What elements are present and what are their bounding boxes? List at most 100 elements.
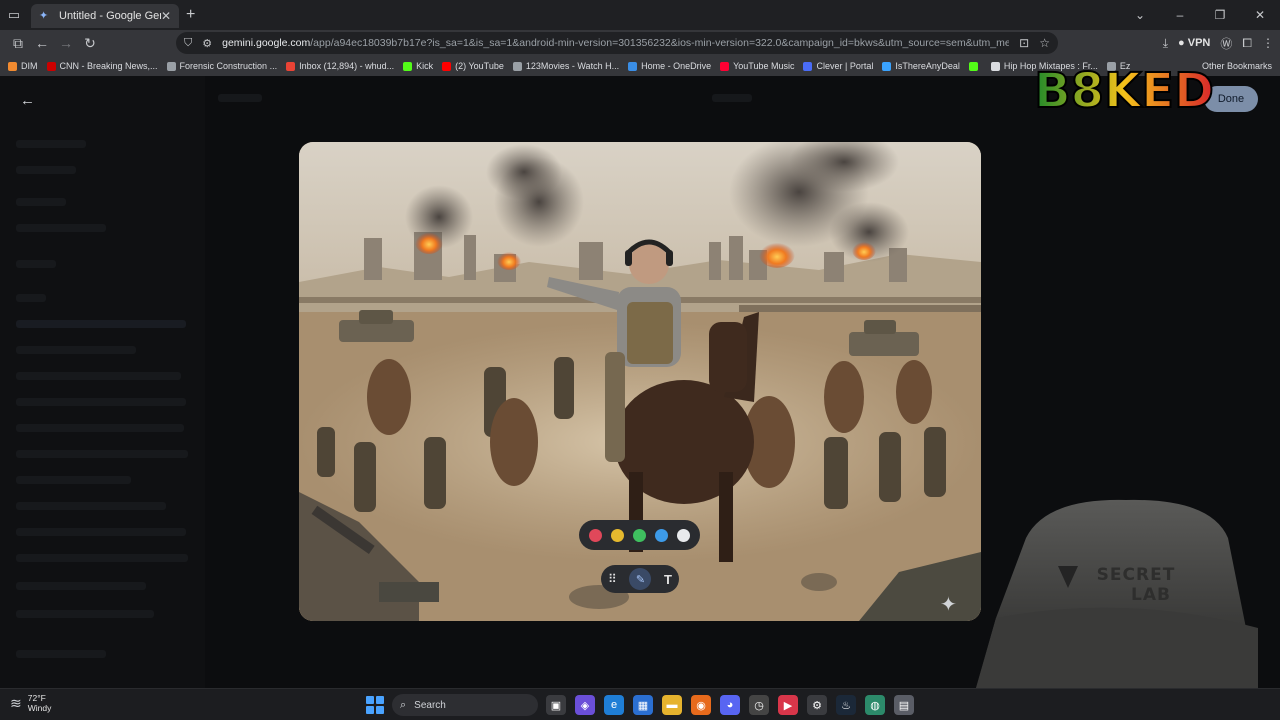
drag-handle-icon[interactable]: ⠿: [608, 572, 617, 586]
bookmark-item[interactable]: IsThereAnyDeal: [882, 61, 960, 71]
bookmark-label: Inbox (12,894) - whud...: [299, 61, 395, 71]
tab-list-chevron-icon[interactable]: ⌄: [1120, 8, 1160, 22]
bookmark-item[interactable]: CNN - Breaking News,...: [46, 61, 158, 71]
bookmark-item[interactable]: [968, 61, 982, 71]
gemini-sidebar: ←: [0, 76, 205, 688]
tab-gemini[interactable]: ✦ Untitled - Google Gemini ✕: [31, 4, 179, 28]
forward-icon[interactable]: →: [54, 31, 78, 55]
bookmark-item[interactable]: 123Movies - Watch H...: [512, 61, 619, 71]
window-controls: ⌄ – ❐ ✕: [1120, 0, 1280, 30]
sidebar-item: [16, 650, 106, 658]
minimize-icon[interactable]: –: [1160, 8, 1200, 22]
bookmark-favicon-icon: [442, 61, 452, 71]
tab-close-icon[interactable]: ✕: [161, 9, 171, 23]
bookmark-star-icon[interactable]: ☆: [1039, 36, 1050, 50]
text-tool-button[interactable]: T: [664, 572, 672, 587]
svg-text:LAB: LAB: [1131, 585, 1171, 605]
sidebar-toggle-icon[interactable]: ⧉: [6, 31, 30, 55]
bookmark-item[interactable]: Home - OneDrive: [628, 61, 711, 71]
search-icon: ⌕: [400, 698, 407, 711]
steam-icon[interactable]: ♨: [836, 695, 856, 715]
clock-app-icon[interactable]: ◷: [749, 695, 769, 715]
draw-tool-icon[interactable]: ✎: [629, 568, 652, 590]
bookmark-item[interactable]: Inbox (12,894) - whud...: [286, 61, 394, 71]
taskbar: ≋ 72°F Windy ⌕ Search ▣ ◈ e ▦ ▬ ◉ ◕ ◷ ▶ …: [0, 688, 1280, 720]
new-tab-icon[interactable]: +: [186, 6, 195, 24]
media-player-icon[interactable]: ▶: [778, 695, 798, 715]
install-app-icon[interactable]: ⊡: [1019, 36, 1029, 50]
header-item: [712, 94, 752, 102]
bookmark-favicon-icon: [882, 61, 892, 71]
bookmark-item[interactable]: Forensic Construction ...: [166, 61, 278, 71]
menu-icon[interactable]: ⋮: [1262, 36, 1274, 50]
back-arrow-icon[interactable]: ←: [20, 92, 35, 109]
sidebar-item: [16, 198, 66, 206]
bookmark-favicon-icon: [720, 61, 730, 71]
wind-icon: ≋: [10, 694, 22, 711]
sidebar-item: [16, 140, 86, 148]
app-window-icon[interactable]: ▤: [894, 695, 914, 715]
bookmark-item[interactable]: (2) YouTube: [442, 61, 504, 71]
gaming-chair: SECRET LAB: [976, 499, 1258, 688]
sidebar-item: [16, 166, 76, 174]
bookmark-item[interactable]: Clever | Portal: [803, 61, 873, 71]
site-shield-icon[interactable]: ⛉: [184, 37, 192, 50]
bookmark-favicon-icon: [403, 61, 413, 71]
sidebar-item: [16, 224, 106, 232]
bookmark-label: DIM: [21, 61, 38, 71]
sidebar-item: [16, 554, 188, 562]
color-swatch[interactable]: [611, 528, 625, 542]
reload-icon[interactable]: ↻: [78, 31, 102, 55]
sidebar-item: [16, 610, 154, 618]
weather-widget[interactable]: ≋ 72°F Windy: [10, 693, 51, 713]
color-swatch[interactable]: [589, 528, 603, 542]
start-tile-icon: [366, 696, 374, 704]
sidebar-item: [16, 582, 146, 590]
extensions-icon[interactable]: ⧠: [1242, 36, 1252, 51]
bookmark-favicon-icon: [286, 61, 296, 71]
bookmark-item[interactable]: YouTube Music: [720, 61, 794, 71]
firefox-icon[interactable]: ◉: [691, 695, 711, 715]
sidebar-item: [16, 528, 186, 536]
gemini-favicon-icon: ✦: [39, 10, 49, 22]
copilot-icon[interactable]: ◈: [575, 695, 595, 715]
bookmark-label: IsThereAnyDeal: [895, 61, 960, 71]
taskbar-search[interactable]: ⌕ Search: [392, 694, 538, 716]
download-icon[interactable]: ⤓: [1163, 36, 1168, 51]
wallet-icon[interactable]: Ⓦ: [1220, 35, 1232, 52]
tab-search-icon[interactable]: ▭: [0, 0, 28, 30]
sidebar-item: [16, 398, 186, 406]
pinned-apps: ▣ ◈ e ▦ ▬ ◉ ◕ ◷ ▶ ⚙ ♨ ◍ ▤: [546, 695, 914, 715]
start-button[interactable]: [366, 696, 384, 714]
bookmark-label: YouTube Music: [733, 61, 795, 71]
bookmark-item[interactable]: Kick: [403, 61, 433, 71]
sidebar-item: [16, 476, 131, 484]
site-info-icon[interactable]: ⚙: [202, 37, 212, 50]
restore-icon[interactable]: ❐: [1200, 8, 1240, 22]
svg-text:B8KED: B8KED: [1034, 63, 1214, 118]
sidebar-item: [16, 450, 188, 458]
color-swatch[interactable]: [632, 528, 646, 542]
search-placeholder: Search: [414, 699, 446, 711]
color-swatch[interactable]: [654, 528, 668, 542]
sidebar-item: [16, 346, 136, 354]
back-icon[interactable]: ←: [30, 31, 54, 55]
bookmark-item[interactable]: DIM: [8, 61, 38, 71]
edge-icon[interactable]: e: [604, 695, 624, 715]
close-window-icon[interactable]: ✕: [1240, 8, 1280, 22]
bookmark-label: (2) YouTube: [455, 61, 504, 71]
store-icon[interactable]: ▦: [633, 695, 653, 715]
task-view-icon[interactable]: ▣: [546, 695, 566, 715]
bookmark-label: Forensic Construction ...: [179, 61, 278, 71]
settings-icon[interactable]: ⚙: [807, 695, 827, 715]
sidebar-item: [16, 260, 56, 268]
sidebar-item: [16, 320, 186, 328]
file-explorer-icon[interactable]: ▬: [662, 695, 682, 715]
bookmark-favicon-icon: [512, 61, 522, 71]
address-bar[interactable]: ⛉ ⚙ gemini.google.com /app/a94ec18039b7b…: [176, 32, 1058, 54]
browser-app-icon[interactable]: ◍: [865, 695, 885, 715]
vpn-button[interactable]: ● VPN: [1178, 37, 1210, 49]
bookmark-label: CNN - Breaking News,...: [59, 61, 158, 71]
color-swatch[interactable]: [676, 528, 690, 542]
discord-icon[interactable]: ◕: [720, 695, 740, 715]
